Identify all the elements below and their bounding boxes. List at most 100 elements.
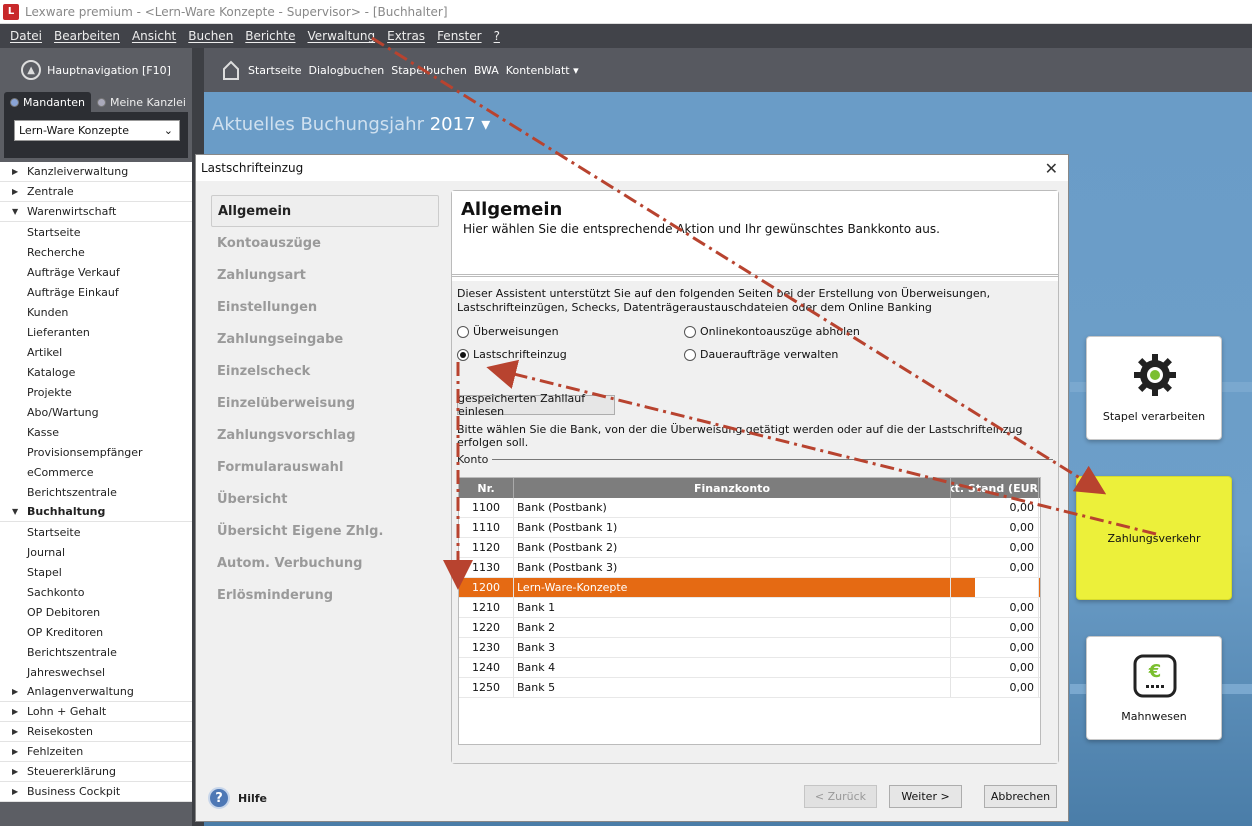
back-button[interactable]: < Zurück xyxy=(804,785,877,808)
nav-group[interactable]: ▶ Business Cockpit xyxy=(0,782,192,802)
nav-item[interactable]: Sachkonto xyxy=(0,582,192,602)
help-icon[interactable]: ? xyxy=(208,787,230,809)
wizard-step[interactable]: Übersicht Eigene Zhlg. xyxy=(211,515,439,547)
nav-item[interactable]: Startseite xyxy=(0,522,192,542)
nav-item[interactable]: Kataloge xyxy=(0,362,192,382)
menu-buchen[interactable]: Buchen xyxy=(182,29,239,43)
wizard-step[interactable]: Formularauswahl xyxy=(211,451,439,483)
menu-verwaltung[interactable]: Verwaltung xyxy=(301,29,381,43)
help-label[interactable]: Hilfe xyxy=(238,792,267,805)
menu-fenster[interactable]: Fenster xyxy=(431,29,488,43)
nav-item[interactable]: Provisionsempfänger xyxy=(0,442,192,462)
close-icon[interactable]: ✕ xyxy=(1045,159,1058,178)
menu-help[interactable]: ? xyxy=(488,29,506,43)
header-nr[interactable]: Nr. xyxy=(459,478,514,498)
tile-mahnwesen[interactable]: € Mahnwesen xyxy=(1086,636,1222,740)
next-button[interactable]: Weiter > xyxy=(889,785,962,808)
nav-item[interactable]: eCommerce xyxy=(0,462,192,482)
menu-ansicht[interactable]: Ansicht xyxy=(126,29,182,43)
menu-berichte[interactable]: Berichte xyxy=(239,29,301,43)
wizard-step[interactable]: Autom. Verbuchung xyxy=(211,547,439,579)
cell-name: Bank 1 xyxy=(514,598,951,617)
menu-datei[interactable]: Datei xyxy=(4,29,48,43)
nav-item[interactable]: Startseite xyxy=(0,222,192,242)
nav-item[interactable]: Berichtszentrale xyxy=(0,642,192,662)
nav-group[interactable]: ▶ Kanzleiverwaltung xyxy=(0,162,192,182)
table-row[interactable]: 1200 Lern-Ware-Konzepte xyxy=(459,578,1040,598)
buchungsjahr-select[interactable]: 2017 ▾ xyxy=(430,114,491,135)
radio-onlinekontoauszuege[interactable]: Onlinekontoauszüge abholen xyxy=(684,325,984,338)
wizard-step[interactable]: Zahlungsart xyxy=(211,259,439,291)
table-row[interactable]: 1210 Bank 1 0,00 xyxy=(459,598,1040,618)
nav-item[interactable]: Kunden xyxy=(0,302,192,322)
nav-group[interactable]: ▶ Reisekosten xyxy=(0,722,192,742)
hauptnavigation-button[interactable]: ▲ Hauptnavigation [F10] xyxy=(0,48,192,92)
table-row[interactable]: 1230 Bank 3 0,00 xyxy=(459,638,1040,658)
nav-item[interactable]: Projekte xyxy=(0,382,192,402)
wizard-step[interactable]: Einzelscheck xyxy=(211,355,439,387)
wizard-step[interactable]: Allgemein xyxy=(211,195,439,227)
nav-item[interactable]: Recherche xyxy=(0,242,192,262)
table-row[interactable]: 1250 Bank 5 0,00 xyxy=(459,678,1040,698)
nav-item[interactable]: Stapel xyxy=(0,562,192,582)
mandant-select[interactable]: Lern-Ware Konzepte ⌄ xyxy=(14,120,180,141)
nav-group[interactable]: ▼ Buchhaltung xyxy=(0,502,192,522)
cancel-button[interactable]: Abbrechen xyxy=(984,785,1057,808)
nav-item[interactable]: OP Debitoren xyxy=(0,602,192,622)
tile-zahlungsverkehr[interactable]: Zahlungsverkehr xyxy=(1076,476,1232,600)
table-row[interactable]: 1130 Bank (Postbank 3) 0,00 xyxy=(459,558,1040,578)
ribbon-bwa[interactable]: BWA xyxy=(474,64,499,77)
wizard-step[interactable]: Übersicht xyxy=(211,483,439,515)
nav-item[interactable]: Aufträge Verkauf xyxy=(0,262,192,282)
table-row[interactable]: 1120 Bank (Postbank 2) 0,00 xyxy=(459,538,1040,558)
ribbon-startseite[interactable]: Startseite xyxy=(248,64,302,77)
nav-label: Startseite xyxy=(27,225,81,239)
ribbon-kontenblatt[interactable]: Kontenblatt ▾ xyxy=(506,64,579,77)
nav-label: Projekte xyxy=(27,385,72,399)
wizard-step[interactable]: Kontoauszüge xyxy=(211,227,439,259)
cell-stand: 0,00 xyxy=(951,538,1039,557)
nav-item[interactable]: Aufträge Einkauf xyxy=(0,282,192,302)
table-row[interactable]: 1240 Bank 4 0,00 xyxy=(459,658,1040,678)
nav-group[interactable]: ▶ Anlagenverwaltung xyxy=(0,682,192,702)
nav-group[interactable]: ▶ Steuererklärung xyxy=(0,762,192,782)
home-icon[interactable] xyxy=(222,59,240,81)
bank-prompt-text: Bitte wählen Sie die Bank, von der die Ü… xyxy=(457,423,1023,449)
radio-ueberweisungen[interactable]: Überweisungen xyxy=(457,325,684,338)
table-row[interactable]: 1110 Bank (Postbank 1) 0,00 xyxy=(459,518,1040,538)
header-finanzkonto[interactable]: Finanzkonto xyxy=(514,478,951,498)
nav-item[interactable]: Berichtszentrale xyxy=(0,482,192,502)
wizard-step[interactable]: Zahlungseingabe xyxy=(211,323,439,355)
nav-group[interactable]: ▶ Fehlzeiten xyxy=(0,742,192,762)
nav-item[interactable]: Abo/Wartung xyxy=(0,402,192,422)
tab-mandanten[interactable]: Mandanten xyxy=(4,92,91,112)
wizard-step[interactable]: Zahlungsvorschlag xyxy=(211,419,439,451)
tab-meine-kanzlei[interactable]: Meine Kanzlei xyxy=(91,92,192,112)
ribbon-dialogbuchen[interactable]: Dialogbuchen xyxy=(309,64,385,77)
tile-stapel-verarbeiten[interactable]: Stapel verarbeiten xyxy=(1086,336,1222,440)
table-row[interactable]: 1100 Bank (Postbank) 0,00 xyxy=(459,498,1040,518)
wizard-step[interactable]: Erlösminderung xyxy=(211,579,439,611)
nav-item[interactable]: OP Kreditoren xyxy=(0,622,192,642)
nav-item[interactable]: Journal xyxy=(0,542,192,562)
menu-bearbeiten[interactable]: Bearbeiten xyxy=(48,29,126,43)
buchungsjahr-label: Aktuelles Buchungsjahr 2017 ▾ xyxy=(212,114,490,135)
nav-item[interactable]: Lieferanten xyxy=(0,322,192,342)
nav-item[interactable]: Jahreswechsel xyxy=(0,662,192,682)
wizard-step[interactable]: Einzelüberweisung xyxy=(211,387,439,419)
nav-item[interactable]: Artikel xyxy=(0,342,192,362)
nav-group[interactable]: ▶ Lohn + Gehalt xyxy=(0,702,192,722)
nav-item[interactable]: Kasse xyxy=(0,422,192,442)
nav-group[interactable]: ▼ Warenwirtschaft xyxy=(0,202,192,222)
radio-row: Lastschrifteinzug Daueraufträge verwalte… xyxy=(457,348,1053,361)
radio-dauerauftraege[interactable]: Daueraufträge verwalten xyxy=(684,348,984,361)
gespeicherten-zahllauf-button[interactable]: gespeicherten Zahllauf einlesen xyxy=(457,392,615,418)
menu-extras[interactable]: Extras xyxy=(381,29,431,43)
ribbon-stapelbuchen[interactable]: Stapelbuchen xyxy=(391,64,467,77)
wizard-step[interactable]: Einstellungen xyxy=(211,291,439,323)
header-stand[interactable]: akt. Stand (EUR xyxy=(951,478,1039,498)
nav-group[interactable]: ▶ Zentrale xyxy=(0,182,192,202)
radio-lastschrifteinzug[interactable]: Lastschrifteinzug xyxy=(457,348,684,361)
radio-dauer-label: Daueraufträge verwalten xyxy=(700,348,839,361)
table-row[interactable]: 1220 Bank 2 0,00 xyxy=(459,618,1040,638)
